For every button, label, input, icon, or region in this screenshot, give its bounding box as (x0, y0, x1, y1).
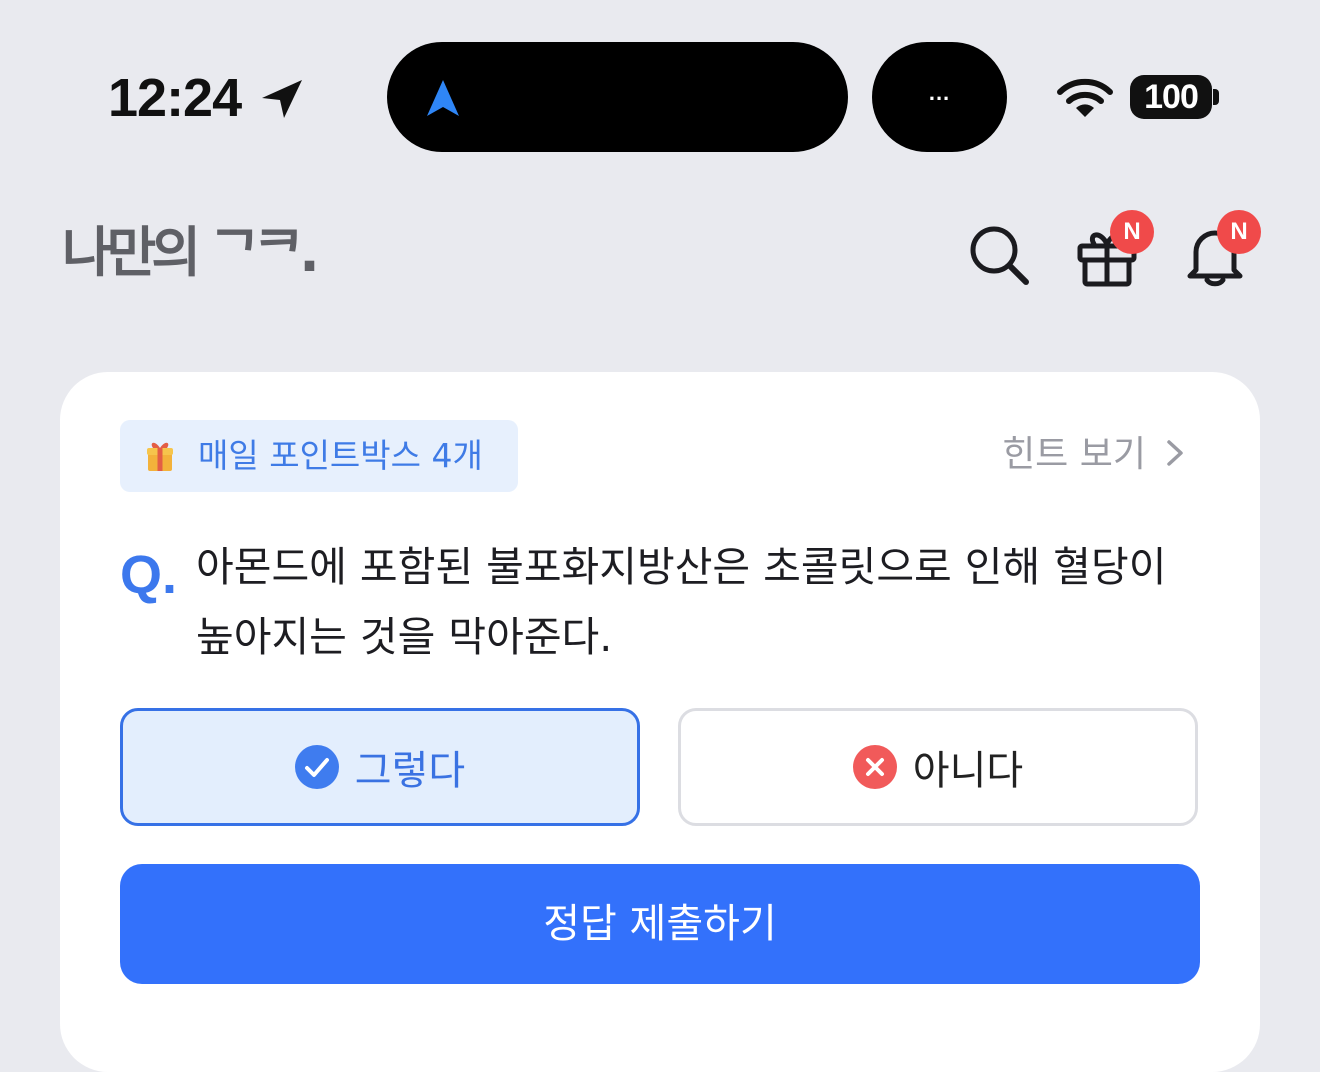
x-circle-icon (852, 745, 897, 789)
status-bar: 12:24 ... 100 (0, 0, 1320, 190)
daily-point-box-chip[interactable]: 매일 포인트박스 4개 (120, 420, 518, 492)
app-header: 나만의 ᄀᄏ. N N (0, 190, 1320, 340)
battery-tip (1213, 89, 1219, 105)
navigation-arrow-icon (427, 80, 459, 116)
bell-notification-badge: N (1217, 210, 1261, 254)
wifi-icon (1057, 78, 1113, 117)
chevron-right-icon (1167, 440, 1183, 466)
status-time: 12:24 (108, 68, 242, 128)
battery-indicator: 100 (1130, 75, 1212, 119)
hint-link[interactable]: 힌트 보기 (1002, 430, 1186, 480)
location-arrow-icon (262, 80, 302, 118)
point-chip-label: 매일 포인트박스 4개 (198, 436, 483, 475)
answer-yes-button[interactable]: 그렇다 (120, 708, 640, 826)
question-prefix: Q. (120, 545, 178, 605)
gift-notification-badge: N (1110, 210, 1154, 254)
answer-yes-label: 그렇다 (354, 748, 466, 794)
answer-no-label: 아니다 (912, 748, 1024, 794)
dynamic-island-secondary[interactable]: ... (872, 42, 1007, 152)
gift-emoji-icon (147, 442, 173, 471)
more-dots: ... (928, 80, 951, 105)
search-icon[interactable] (966, 222, 1032, 288)
dynamic-island-navigation[interactable] (387, 42, 848, 152)
check-circle-icon (294, 745, 339, 789)
submit-answer-button[interactable]: 정답 제출하기 (120, 864, 1200, 984)
answer-no-button[interactable]: 아니다 (678, 708, 1198, 826)
app-logo[interactable]: 나만의 ᄀᄏ. (62, 218, 320, 288)
question-text: 아몬드에 포함된 불포화지방산은 초콜릿으로 인해 혈당이 높아지는 것을 막아… (196, 543, 1167, 661)
hint-label: 힌트 보기 (1002, 434, 1146, 475)
quiz-card: 매일 포인트박스 4개 힌트 보기 Q. 아몬드에 포함된 불포화지방산은 초콜… (60, 372, 1260, 1072)
